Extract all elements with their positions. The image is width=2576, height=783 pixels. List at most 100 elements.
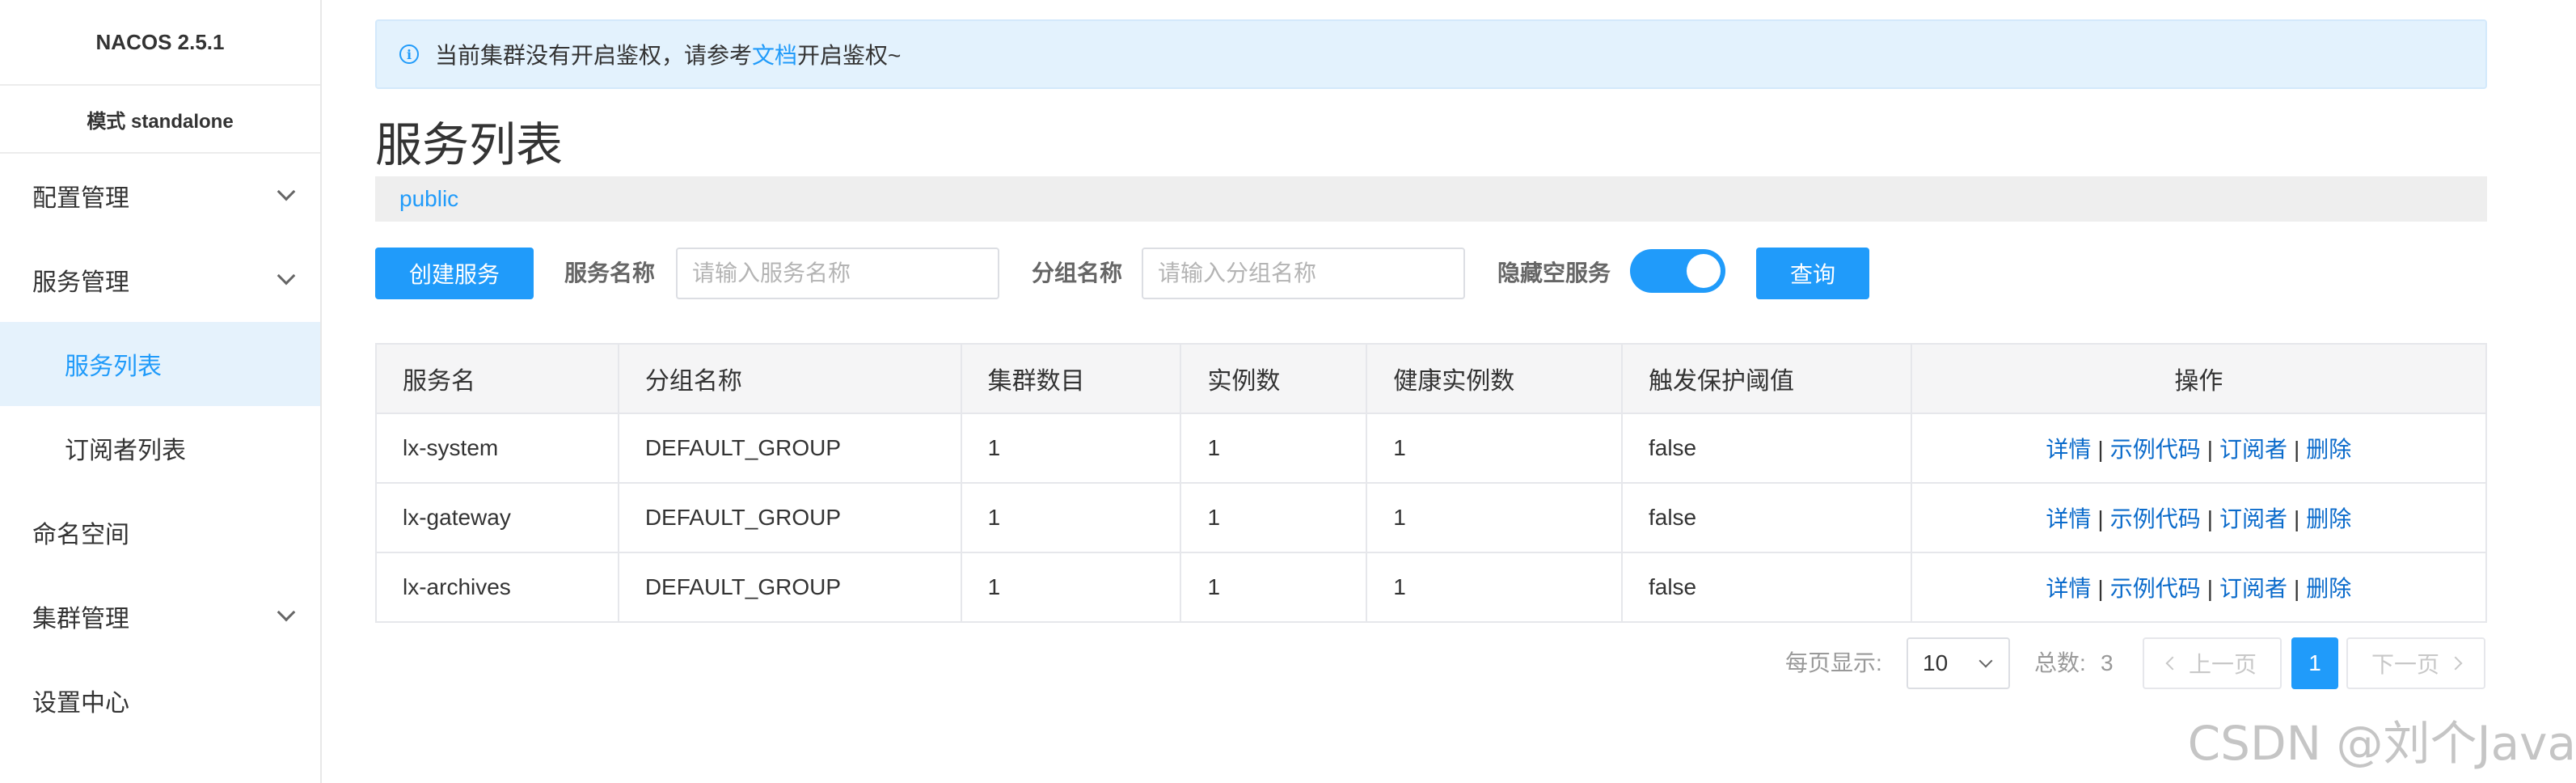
delete-link[interactable]: 删除 xyxy=(2306,506,2351,531)
sidebar-item-config-management[interactable]: 配置管理 xyxy=(0,154,320,238)
toggle-knob xyxy=(1687,254,1721,288)
column-header-instance-count: 实例数 xyxy=(1180,343,1368,414)
hide-empty-label: 隐藏空服务 xyxy=(1497,260,1611,286)
cell-threshold: false xyxy=(1620,413,1912,484)
cell-operations: 详情 | 示例代码 | 订阅者 | 删除 xyxy=(1910,413,2488,484)
chevron-down-icon xyxy=(277,266,296,286)
create-service-button[interactable]: 创建服务 xyxy=(375,248,534,299)
next-page-button[interactable]: 下一页 xyxy=(2346,637,2485,689)
page-size-select[interactable]: 10 xyxy=(1907,637,2010,689)
auth-notice: i 当前集群没有开启鉴权，请参考 文档 开启鉴权~ xyxy=(375,19,2487,89)
sample-code-link[interactable]: 示例代码 xyxy=(2110,506,2201,531)
sample-code-link[interactable]: 示例代码 xyxy=(2110,437,2201,462)
docs-link[interactable]: 文档 xyxy=(752,38,797,70)
mode-label: 模式 standalone xyxy=(0,86,320,154)
group-name-input[interactable] xyxy=(1142,248,1465,299)
table-row: lx-archives DEFAULT_GROUP 1 1 1 false 详情… xyxy=(375,552,2488,623)
op-separator: | xyxy=(2206,437,2213,462)
sidebar-item-service-list[interactable]: 服务列表 xyxy=(0,322,320,406)
cell-instance-count: 1 xyxy=(1180,482,1368,553)
namespace-bar: public xyxy=(375,176,2487,222)
total-label: 总数: xyxy=(2034,650,2086,675)
sidebar-item-label: 命名空间 xyxy=(32,522,129,548)
cell-cluster-count: 1 xyxy=(960,413,1182,484)
op-separator: | xyxy=(2294,506,2300,531)
table-row: lx-gateway DEFAULT_GROUP 1 1 1 false 详情 |… xyxy=(375,482,2488,553)
detail-link[interactable]: 详情 xyxy=(2046,437,2091,462)
chevron-down-icon xyxy=(277,603,296,622)
notice-text-after: 开启鉴权~ xyxy=(797,43,902,68)
cell-group-name: DEFAULT_GROUP xyxy=(617,482,962,553)
op-separator: | xyxy=(2294,576,2300,601)
detail-link[interactable]: 详情 xyxy=(2046,506,2091,531)
notice-text-before: 当前集群没有开启鉴权，请参考 xyxy=(435,43,753,68)
column-header-group-name: 分组名称 xyxy=(617,343,962,414)
chevron-right-icon xyxy=(2448,656,2463,671)
cell-operations: 详情 | 示例代码 | 订阅者 | 删除 xyxy=(1910,552,2488,623)
delete-link[interactable]: 删除 xyxy=(2306,437,2351,462)
query-button[interactable]: 查询 xyxy=(1756,248,1869,299)
sidebar-item-service-management[interactable]: 服务管理 xyxy=(0,238,320,322)
detail-link[interactable]: 详情 xyxy=(2046,576,2091,601)
cell-threshold: false xyxy=(1620,552,1912,623)
search-toolbar: 创建服务 服务名称 分组名称 隐藏空服务 查询 xyxy=(375,248,2487,299)
cell-service-name: lx-gateway xyxy=(375,482,619,553)
total-value: 3 xyxy=(2101,650,2114,675)
namespace-public[interactable]: public xyxy=(399,186,458,212)
cell-service-name: lx-system xyxy=(375,413,619,484)
op-separator: | xyxy=(2294,437,2300,462)
sidebar-item-label: 设置中心 xyxy=(32,690,129,717)
subscriber-link[interactable]: 订阅者 xyxy=(2219,506,2287,531)
subscriber-link[interactable]: 订阅者 xyxy=(2219,576,2287,601)
op-separator: | xyxy=(2097,437,2104,462)
service-name-input[interactable] xyxy=(676,248,999,299)
column-header-healthy-count: 健康实例数 xyxy=(1366,343,1623,414)
cell-instance-count: 1 xyxy=(1180,552,1368,623)
page-title: 服务列表 xyxy=(375,119,564,171)
sidebar-item-settings-center[interactable]: 设置中心 xyxy=(0,658,320,743)
sidebar-item-cluster-management[interactable]: 集群管理 xyxy=(0,574,320,658)
csdn-watermark: CSDN @刘个Java xyxy=(2187,716,2576,771)
page-1-button[interactable]: 1 xyxy=(2291,637,2338,689)
cell-group-name: DEFAULT_GROUP xyxy=(617,552,962,623)
cell-healthy-count: 1 xyxy=(1366,482,1623,553)
op-separator: | xyxy=(2206,506,2213,531)
column-header-threshold: 触发保护阈值 xyxy=(1620,343,1912,414)
sidebar-item-subscriber-list[interactable]: 订阅者列表 xyxy=(0,406,320,490)
sidebar-item-label: 配置管理 xyxy=(32,185,129,212)
chevron-left-icon xyxy=(2165,656,2180,671)
sidebar-item-label: 集群管理 xyxy=(32,606,129,633)
cell-operations: 详情 | 示例代码 | 订阅者 | 删除 xyxy=(1910,482,2488,553)
subscriber-link[interactable]: 订阅者 xyxy=(2219,437,2287,462)
service-table: 服务名 分组名称 集群数目 实例数 健康实例数 触发保护阈值 操作 lx-sys… xyxy=(375,343,2488,623)
cell-healthy-count: 1 xyxy=(1366,413,1623,484)
table-header-row: 服务名 分组名称 集群数目 实例数 健康实例数 触发保护阈值 操作 xyxy=(375,343,2488,414)
cell-cluster-count: 1 xyxy=(960,482,1182,553)
sidebar-item-label: 订阅者列表 xyxy=(65,438,186,464)
brand-title: NACOS 2.5.1 xyxy=(0,0,320,86)
delete-link[interactable]: 删除 xyxy=(2306,576,2351,601)
column-header-operations: 操作 xyxy=(1910,343,2488,414)
chevron-down-icon xyxy=(277,182,296,201)
chevron-down-icon xyxy=(1978,654,1993,668)
sidebar-item-label: 服务管理 xyxy=(32,269,129,296)
sidebar-item-label: 服务列表 xyxy=(65,353,162,380)
page-size-value: 10 xyxy=(1923,650,1949,675)
prev-page-button[interactable]: 上一页 xyxy=(2143,637,2282,689)
prev-page-label: 上一页 xyxy=(2188,652,2257,677)
sample-code-link[interactable]: 示例代码 xyxy=(2110,576,2201,601)
column-header-cluster-count: 集群数目 xyxy=(960,343,1182,414)
sidebar: NACOS 2.5.1 模式 standalone 配置管理 服务管理 服务列表… xyxy=(0,0,322,783)
service-name-label: 服务名称 xyxy=(564,260,656,286)
op-separator: | xyxy=(2097,576,2104,601)
hide-empty-toggle[interactable] xyxy=(1630,249,1725,293)
info-icon: i xyxy=(399,44,419,64)
column-header-service-name: 服务名 xyxy=(375,343,619,414)
sidebar-item-namespace[interactable]: 命名空间 xyxy=(0,490,320,574)
next-page-label: 下一页 xyxy=(2371,652,2439,677)
cell-cluster-count: 1 xyxy=(960,552,1182,623)
group-name-label: 分组名称 xyxy=(1032,260,1123,286)
cell-instance-count: 1 xyxy=(1180,413,1368,484)
op-separator: | xyxy=(2097,506,2104,531)
cell-healthy-count: 1 xyxy=(1366,552,1623,623)
